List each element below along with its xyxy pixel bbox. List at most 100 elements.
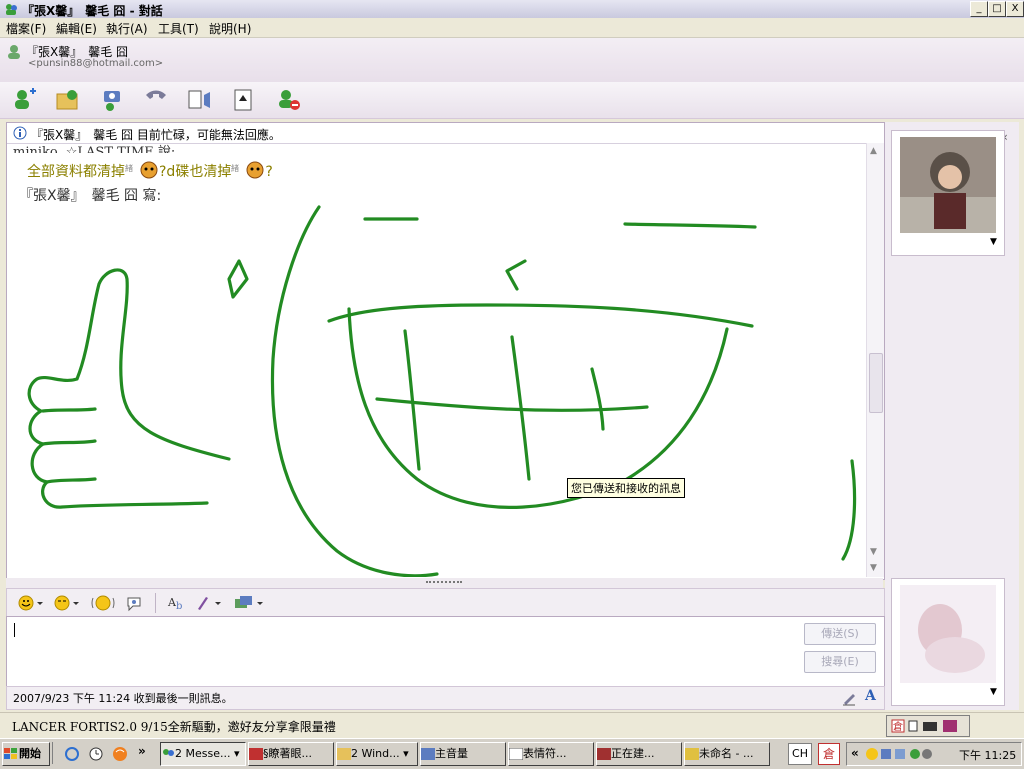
last-message-status: 2007/9/23 下午 11:24 收到最後一則訊息。 A xyxy=(6,686,885,710)
activities-icon[interactable] xyxy=(186,87,214,113)
picture-menu-arrow-icon[interactable]: ▼ xyxy=(990,237,997,247)
svg-text:b: b xyxy=(176,601,182,612)
input-method-icon[interactable]: 倉 xyxy=(818,743,840,765)
wink-picker-icon[interactable] xyxy=(53,594,81,612)
menu-file[interactable]: 檔案(F) xyxy=(6,20,46,37)
pane-splitter[interactable] xyxy=(6,578,883,588)
menu-help[interactable]: 說明(H) xyxy=(209,20,251,37)
minimize-button[interactable]: _ xyxy=(970,1,988,17)
search-button[interactable]: 搜尋(E) xyxy=(804,651,876,673)
task-pcman[interactable]: §瞭著眼... xyxy=(248,742,334,766)
scroll-down-arrow-icon[interactable]: ▼ xyxy=(870,547,877,557)
menu-tools[interactable]: 工具(T) xyxy=(158,20,199,37)
tray-expand-icon[interactable]: « xyxy=(851,746,859,760)
action-toolbar xyxy=(0,82,1024,119)
taskbar: 開始 » 2 Messe... ▾ §瞭著眼... 2 Wind... ▾ 主音… xyxy=(0,738,1024,769)
folder-icon xyxy=(337,748,351,760)
scroll-thumb[interactable] xyxy=(869,353,883,413)
my-picture-frame[interactable]: ▼ xyxy=(891,578,1005,706)
display-picture-panel: ‹ ▼ ▼ xyxy=(885,122,1019,710)
contact-picture-frame[interactable]: ▼ xyxy=(891,130,1005,256)
task-label: 未命名 - ... xyxy=(699,747,754,760)
scroll-up-arrow-icon[interactable]: ▲ xyxy=(870,146,877,156)
toolbar-separator xyxy=(155,593,156,613)
start-label: 開始 xyxy=(19,747,41,760)
start-button[interactable]: 開始 xyxy=(2,742,50,766)
task-volume[interactable]: 主音量 xyxy=(420,742,506,766)
paint-icon xyxy=(685,748,699,760)
games-icon[interactable] xyxy=(230,87,258,113)
window-title: 『張X馨』 馨毛 囧 - 對話 xyxy=(22,4,163,18)
pcman-icon xyxy=(249,748,263,760)
ime-indicator[interactable]: CH xyxy=(788,743,812,765)
message-input-area[interactable]: 傳送(S) 搜尋(E) xyxy=(6,616,885,688)
task-messenger[interactable]: 2 Messe... ▾ xyxy=(160,742,246,766)
task-untitled[interactable]: 未命名 - ... xyxy=(684,742,770,766)
block-icon[interactable] xyxy=(274,87,302,113)
my-avatar[interactable] xyxy=(900,585,996,683)
scroll-end-arrow-icon[interactable]: ▼ xyxy=(870,563,877,573)
svg-text:緒: 緒 xyxy=(231,163,239,173)
voice-clip-icon[interactable] xyxy=(125,594,145,612)
task-windows-explorer[interactable]: 2 Wind... ▾ xyxy=(336,742,418,766)
close-button[interactable]: X xyxy=(1006,1,1024,17)
send-files-icon[interactable] xyxy=(54,87,82,113)
contact-email: <punsin88@hotmail.com> xyxy=(28,58,164,69)
send-button[interactable]: 傳送(S) xyxy=(804,623,876,645)
task-label: 正在建... xyxy=(611,747,655,760)
menu-actions[interactable]: 執行(A) xyxy=(106,20,148,37)
svg-text:倉: 倉 xyxy=(893,720,903,733)
contact-status-icon xyxy=(8,45,20,59)
title-bar: 『張X馨』 馨毛 囧 - 對話 _ □ X xyxy=(0,0,1024,19)
windows-logo-icon xyxy=(4,748,17,759)
ie-icon[interactable] xyxy=(64,746,80,762)
clock: 下午 11:25 xyxy=(959,749,1017,762)
maximize-button[interactable]: □ xyxy=(988,1,1006,17)
handwriting-icon[interactable] xyxy=(233,594,265,612)
invite-icon[interactable] xyxy=(10,87,38,113)
menu-bar: 檔案(F) 編輯(E) 執行(A) 工具(T) 說明(H) xyxy=(0,18,1024,38)
messenger-icon xyxy=(6,4,17,15)
language-bar-icon[interactable]: 倉 xyxy=(891,718,967,734)
text-mode-icon[interactable]: A xyxy=(865,688,876,704)
menu-edit[interactable]: 編輯(E) xyxy=(56,20,97,37)
text-caret xyxy=(14,623,15,637)
formatting-toolbar: Ab xyxy=(6,588,885,618)
splitter-grip[interactable] xyxy=(426,581,462,585)
last-message-text: 2007/9/23 下午 11:24 收到最後一則訊息。 xyxy=(13,692,233,705)
task-building[interactable]: 正在建... xyxy=(596,742,682,766)
task-label: §瞭著眼... xyxy=(263,747,312,760)
messenger-icon xyxy=(163,749,174,756)
advertisement-bar: LANCER FORTIS2.0 9/15全新驅動，邀好友分享拿限量禮 倉 xyxy=(0,712,1024,737)
ad-link[interactable]: LANCER FORTIS2.0 9/15全新驅動，邀好友分享拿限量禮 xyxy=(12,718,336,735)
handwriting-mode-icon[interactable] xyxy=(841,690,857,706)
task-label: 表情符... xyxy=(523,747,567,760)
contact-avatar[interactable] xyxy=(900,137,996,233)
svg-text:緒: 緒 xyxy=(125,163,133,173)
video-icon[interactable] xyxy=(98,87,126,113)
taskbar-divider xyxy=(52,742,53,764)
volume-icon xyxy=(421,748,435,760)
call-icon[interactable] xyxy=(142,87,170,113)
picture-menu-arrow-icon[interactable]: ▼ xyxy=(990,687,997,697)
background-icon[interactable] xyxy=(195,594,223,612)
contact-header: 『張X馨』 馨毛 囧 <punsin88@hotmail.com> xyxy=(0,38,1024,82)
media-player-icon[interactable] xyxy=(112,746,128,762)
task-label: 2 Messe... xyxy=(175,747,231,760)
task-emoticons[interactable]: 表情符... xyxy=(508,742,594,766)
desktop-icon[interactable] xyxy=(88,746,104,762)
notepad-icon xyxy=(509,748,523,760)
task-label: 主音量 xyxy=(435,747,468,760)
tray-icons[interactable] xyxy=(865,746,957,762)
message-part: ?d碟也清掉 xyxy=(159,164,232,180)
nudge-icon[interactable] xyxy=(91,594,115,612)
archive-icon xyxy=(597,748,611,760)
conversation-scrollbar[interactable]: ▲ ▼ ▼ xyxy=(866,143,884,577)
quicklaunch-more-icon[interactable]: » xyxy=(138,744,146,758)
messages-tooltip: 您已傳送和接收的訊息 xyxy=(567,478,685,498)
font-icon[interactable]: Ab xyxy=(167,594,189,612)
handwriting-ink xyxy=(27,205,857,577)
emoticon-picker-icon[interactable] xyxy=(17,594,45,612)
message-part: ? xyxy=(265,164,273,180)
info-icon xyxy=(13,126,27,140)
